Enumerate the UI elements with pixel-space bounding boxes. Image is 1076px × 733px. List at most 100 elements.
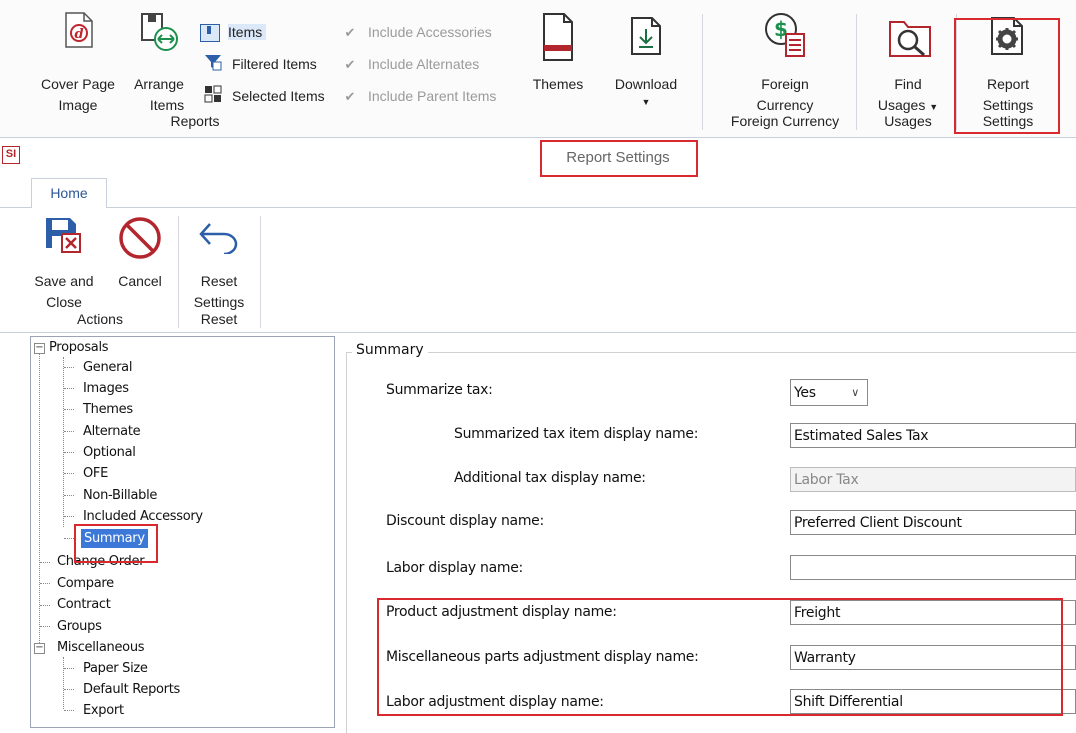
divider bbox=[260, 216, 261, 328]
summarized-tax-name-input[interactable]: Estimated Sales Tax bbox=[790, 423, 1076, 448]
cancel-label: Cancel bbox=[118, 273, 162, 289]
themes-label: Themes bbox=[532, 76, 584, 92]
tree-item-general[interactable]: General bbox=[83, 358, 132, 377]
app-logo-icon: SI bbox=[2, 146, 20, 164]
themes-icon bbox=[543, 13, 573, 61]
tree-line bbox=[64, 409, 74, 410]
arrange-items-icon bbox=[141, 13, 178, 51]
arrange-label-1: Arrange bbox=[134, 76, 184, 92]
summarize-tax-value: Yes bbox=[794, 385, 816, 401]
tree-item-proposals[interactable]: Proposals bbox=[49, 338, 109, 357]
highlight-box-title bbox=[540, 140, 698, 177]
divider bbox=[178, 216, 179, 328]
tree-line bbox=[40, 562, 50, 563]
top-ribbon: d Cover Page Image Arrange Items Items F… bbox=[0, 0, 1076, 138]
download-button[interactable]: Download ▼ bbox=[606, 6, 686, 116]
collapse-proposals-icon[interactable]: − bbox=[34, 343, 45, 354]
include-alternates-label: Include Alternates bbox=[368, 56, 480, 72]
divider bbox=[702, 14, 703, 130]
reset-settings-button[interactable]: Reset Settings bbox=[184, 214, 254, 310]
foreign-currency-button[interactable]: $ Foreign Currency bbox=[720, 6, 850, 116]
find-usages-button[interactable]: Find Usages ▼ bbox=[868, 6, 948, 116]
tree-item-default-reports[interactable]: Default Reports bbox=[83, 680, 180, 699]
check-icon: ✔ bbox=[344, 89, 356, 104]
tree-item-themes[interactable]: Themes bbox=[83, 400, 133, 419]
labor-input[interactable] bbox=[790, 555, 1076, 580]
summarized-tax-name-label: Summarized tax item display name: bbox=[454, 426, 699, 442]
additional-tax-input[interactable]: Labor Tax bbox=[790, 467, 1076, 492]
find-label-2: Usages bbox=[877, 97, 926, 113]
cover-page-image-button[interactable]: d Cover Page Image bbox=[30, 6, 126, 116]
tab-home[interactable]: Home bbox=[31, 178, 107, 209]
tree-item-ofe[interactable]: OFE bbox=[83, 464, 108, 483]
include-accessories-label: Include Accessories bbox=[368, 24, 492, 40]
tree-line bbox=[64, 668, 74, 669]
reset-group-label: Reset bbox=[200, 311, 238, 327]
actions-group-label: Actions bbox=[77, 311, 123, 327]
cancel-button[interactable]: Cancel bbox=[110, 214, 170, 304]
save-icon bbox=[46, 218, 81, 253]
svg-text:d: d bbox=[74, 27, 83, 42]
title-bar: SI Report Settings bbox=[0, 139, 1076, 175]
selected-items-icon bbox=[204, 85, 224, 110]
items-button[interactable]: Items bbox=[200, 20, 267, 44]
arrange-items-button[interactable]: Arrange Items bbox=[126, 6, 192, 116]
find-label-1: Find bbox=[894, 76, 922, 92]
tree-line bbox=[63, 357, 64, 527]
highlight-box-report-settings bbox=[954, 18, 1060, 134]
summarize-tax-select[interactable]: Yes ∨ bbox=[790, 379, 868, 406]
usages-group-label: Usages bbox=[884, 113, 932, 129]
tree-line bbox=[64, 452, 74, 453]
tree-line bbox=[64, 710, 74, 711]
cover-page-label-1: Cover Page bbox=[41, 76, 115, 92]
tree-item-miscellaneous[interactable]: Miscellaneous bbox=[57, 638, 145, 657]
themes-button[interactable]: Themes bbox=[528, 6, 588, 116]
selected-items-label: Selected Items bbox=[232, 88, 325, 104]
filter-icon bbox=[204, 53, 224, 78]
tree-line bbox=[64, 367, 74, 368]
chevron-down-icon: ∨ bbox=[851, 386, 859, 399]
dropdown-arrow-icon: ▼ bbox=[641, 97, 651, 107]
tree-item-groups[interactable]: Groups bbox=[57, 617, 102, 636]
collapse-miscellaneous-icon[interactable]: − bbox=[34, 643, 45, 654]
tree-item-paper-size[interactable]: Paper Size bbox=[83, 659, 148, 678]
filtered-items-label: Filtered Items bbox=[232, 56, 317, 72]
tree-line bbox=[64, 538, 74, 539]
cancel-icon bbox=[119, 217, 161, 259]
divider bbox=[856, 14, 857, 130]
reset-label-2: Settings bbox=[193, 294, 245, 310]
tree-item-images[interactable]: Images bbox=[83, 379, 129, 398]
tree-item-non-billable[interactable]: Non-Billable bbox=[83, 486, 157, 505]
filtered-items-button[interactable]: Filtered Items bbox=[204, 52, 317, 76]
tree-line bbox=[40, 605, 50, 606]
tree-line bbox=[39, 353, 40, 653]
include-accessories-checkbox[interactable]: ✔ Include Accessories bbox=[342, 20, 492, 44]
additional-tax-label: Additional tax display name: bbox=[454, 470, 646, 486]
foreign-label-1: Foreign bbox=[761, 76, 809, 92]
tree-item-compare[interactable]: Compare bbox=[57, 574, 114, 593]
include-parent-items-checkbox[interactable]: ✔ Include Parent Items bbox=[342, 84, 497, 108]
labor-label: Labor display name: bbox=[386, 560, 523, 576]
tree-item-optional[interactable]: Optional bbox=[83, 443, 136, 462]
tree-item-alternate[interactable]: Alternate bbox=[83, 422, 141, 441]
tree-line bbox=[64, 473, 74, 474]
reports-group-label: Reports bbox=[170, 113, 220, 129]
tree-item-contract[interactable]: Contract bbox=[57, 595, 111, 614]
selected-items-button[interactable]: Selected Items bbox=[204, 84, 325, 108]
items-label: Items bbox=[228, 24, 267, 40]
foreign-currency-group-label: Foreign Currency bbox=[730, 113, 840, 129]
save-and-close-button[interactable]: Save and Close bbox=[30, 214, 110, 310]
find-usages-icon bbox=[889, 21, 931, 57]
tree-line bbox=[64, 495, 74, 496]
include-alternates-checkbox[interactable]: ✔ Include Alternates bbox=[342, 52, 480, 76]
include-parent-items-label: Include Parent Items bbox=[368, 88, 497, 104]
tree-item-export[interactable]: Export bbox=[83, 701, 124, 720]
tree-line bbox=[64, 388, 74, 389]
reset-label-1: Reset bbox=[200, 273, 238, 289]
dropdown-arrow-icon: ▼ bbox=[929, 102, 939, 112]
items-icon bbox=[200, 24, 220, 43]
discount-input[interactable]: Preferred Client Discount bbox=[790, 510, 1076, 535]
groupbox-title: Summary bbox=[352, 342, 428, 358]
tree-line bbox=[40, 626, 50, 627]
summarize-tax-label: Summarize tax: bbox=[386, 382, 493, 398]
